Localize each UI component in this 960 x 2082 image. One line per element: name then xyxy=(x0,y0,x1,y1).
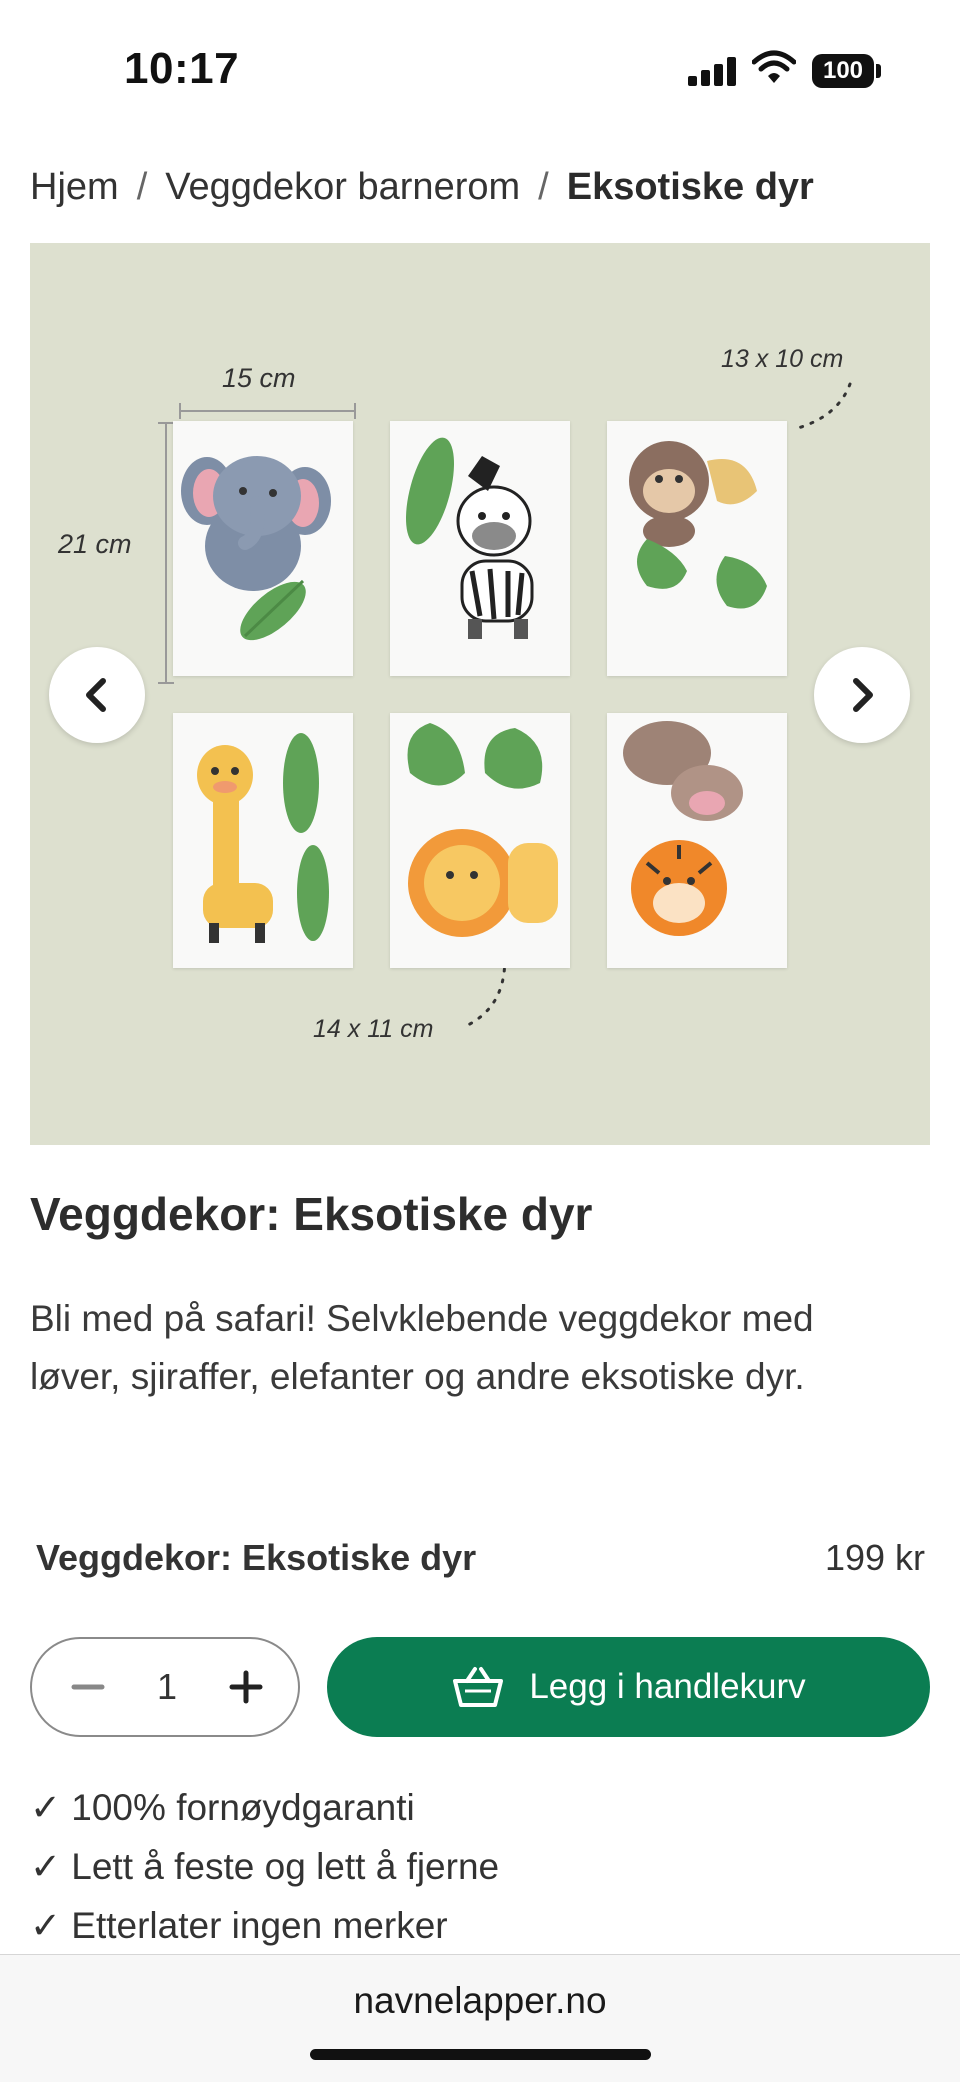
monkey-sticker-sheet xyxy=(607,421,787,676)
home-indicator[interactable] xyxy=(310,2049,651,2060)
zebra-illustration xyxy=(406,437,534,639)
decrease-quantity-button[interactable] xyxy=(58,1639,118,1735)
battery-icon: 100 xyxy=(812,54,874,88)
breadcrumb-separator: / xyxy=(538,166,549,208)
elephant-sticker-sheet xyxy=(173,421,353,676)
width-dimension-line xyxy=(179,403,356,419)
width-label: 15 cm xyxy=(222,363,296,393)
small-size-label: 13 x 10 cm xyxy=(721,345,844,373)
elephant-illustration xyxy=(181,456,331,641)
cellular-signal-icon xyxy=(688,56,738,86)
add-to-cart-button[interactable]: Legg i handlekurv xyxy=(327,1637,930,1737)
product-description: Bli med på safari! Selvklebende veggdeko… xyxy=(30,1298,814,1397)
breadcrumb: Hjem / Veggdekor barnerom / Eksotiske dyr xyxy=(30,166,814,209)
usp-easy-apply: ✓ Lett å feste og lett å fjerne xyxy=(30,1846,500,1887)
variant-name: Veggdekor: Eksotiske dyr xyxy=(36,1537,477,1578)
breadcrumb-category[interactable]: Veggdekor barnerom xyxy=(165,166,520,208)
breadcrumb-separator: / xyxy=(136,166,148,208)
giraffe-sticker-sheet xyxy=(173,713,353,968)
quantity-value[interactable]: 1 xyxy=(142,1639,192,1735)
product-image-gallery[interactable]: 15 cm 21 cm 13 x 10 cm 14 x 11 cm xyxy=(30,243,930,1145)
breadcrumb-home[interactable]: Hjem xyxy=(30,166,119,208)
variant-price: 199 kr xyxy=(824,1537,925,1578)
previous-image-button[interactable] xyxy=(49,647,145,743)
hippo-tiger-illustration xyxy=(623,721,743,936)
usp-no-marks: ✓ Etterlater ingen merker xyxy=(30,1905,448,1946)
lion-illustration xyxy=(407,723,558,937)
zebra-sticker-sheet xyxy=(390,421,570,676)
next-image-button[interactable] xyxy=(814,647,910,743)
plus-icon xyxy=(229,1670,263,1704)
hippo-tiger-sticker-sheet xyxy=(607,713,787,968)
breadcrumb-current: Eksotiske dyr xyxy=(566,166,814,208)
minus-icon xyxy=(71,1684,105,1690)
increase-quantity-button[interactable] xyxy=(216,1639,276,1735)
lion-sticker-sheet xyxy=(390,713,570,968)
basket-icon xyxy=(453,1667,504,1707)
product-title: Veggdekor: Eksotiske dyr xyxy=(30,1188,593,1240)
add-to-cart-label: Legg i handlekurv xyxy=(529,1667,806,1706)
chevron-left-icon xyxy=(86,678,106,712)
giraffe-illustration xyxy=(197,733,329,943)
battery-tip xyxy=(876,64,881,78)
status-time: 10:17 xyxy=(124,44,240,93)
wifi-icon xyxy=(752,50,796,83)
small-size-pointer xyxy=(796,382,852,430)
monkey-illustration xyxy=(629,441,767,609)
quantity-stepper: 1 xyxy=(30,1637,300,1737)
height-label: 21 cm xyxy=(58,529,132,559)
chevron-right-icon xyxy=(853,678,873,712)
usp-satisfaction: ✓ 100% fornøydgaranti xyxy=(30,1787,415,1828)
medium-size-label: 14 x 11 cm xyxy=(313,1015,434,1043)
address-bar-url[interactable]: navnelapper.no xyxy=(0,1980,960,2022)
